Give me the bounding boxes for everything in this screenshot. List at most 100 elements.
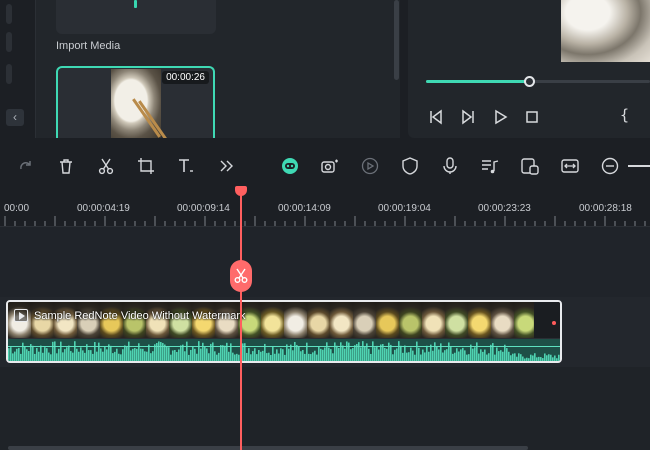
more-tools-button[interactable] xyxy=(216,156,236,176)
split-at-playhead-button[interactable] xyxy=(230,260,252,292)
waveform-bar xyxy=(60,341,62,361)
waveform-bar xyxy=(342,345,344,361)
sidebar-item[interactable] xyxy=(6,4,12,24)
redo-button[interactable] xyxy=(16,156,36,176)
waveform-bar xyxy=(34,353,36,361)
media-clip-tile[interactable]: 00:00:26 xyxy=(56,66,215,138)
waveform-bar xyxy=(62,352,64,361)
music-list-icon xyxy=(482,160,499,174)
waveform-bar xyxy=(236,353,238,361)
waveform-bar xyxy=(466,354,468,361)
waveform-bar xyxy=(504,344,506,361)
split-screen-button[interactable] xyxy=(520,156,540,176)
collapse-sidebar-button[interactable]: ‹ xyxy=(6,109,24,126)
preview-progress-bar[interactable] xyxy=(426,76,650,87)
cut-button[interactable] xyxy=(96,156,116,176)
clip-audio-waveform xyxy=(8,339,560,361)
film-frame xyxy=(307,302,330,338)
timeline-ruler[interactable]: 00:00 00:00:04:19 00:00:09:14 00:00:14:0… xyxy=(0,187,650,227)
waveform-bar xyxy=(12,353,14,361)
clip-thumbnail xyxy=(111,69,167,138)
play-button[interactable] xyxy=(490,107,510,127)
preview-frame xyxy=(561,0,650,62)
audio-list-button[interactable] xyxy=(480,156,500,176)
waveform-bar xyxy=(308,353,310,361)
camera-record-button[interactable] xyxy=(320,156,340,176)
waveform-bar xyxy=(290,344,292,361)
waveform-bar xyxy=(362,341,364,361)
waveform-bar xyxy=(378,349,380,361)
ruler-tick-label: 00:00 xyxy=(4,203,30,214)
empty-track xyxy=(0,227,650,297)
preview-panel: { xyxy=(408,0,650,138)
sidebar-item[interactable] xyxy=(6,64,12,84)
waveform-bar xyxy=(516,356,518,361)
progress-handle[interactable] xyxy=(524,76,536,87)
delete-button[interactable] xyxy=(56,156,76,176)
waveform-bar xyxy=(444,350,446,361)
waveform-bar xyxy=(548,354,550,361)
waveform-bar xyxy=(422,349,424,361)
waveform-bar xyxy=(180,345,182,361)
waveform-bar xyxy=(86,344,88,361)
waveform-bar xyxy=(84,352,86,361)
waveform-bar xyxy=(428,351,430,361)
waveform-bar xyxy=(282,349,284,361)
film-frame xyxy=(445,302,468,338)
waveform-bar xyxy=(252,351,254,361)
playhead-line[interactable] xyxy=(240,192,242,450)
waveform-bar xyxy=(390,344,392,361)
import-media-tile[interactable] xyxy=(56,0,216,34)
audio-stretch-button[interactable] xyxy=(560,156,580,176)
protect-button[interactable] xyxy=(400,156,420,176)
waveform-bar xyxy=(44,347,46,361)
crop-button[interactable] xyxy=(136,156,156,176)
waveform-bar xyxy=(442,352,444,361)
waveform-bar xyxy=(354,345,356,361)
waveform-bar xyxy=(460,349,462,361)
waveform-bar xyxy=(144,351,146,361)
waveform-bar xyxy=(528,358,530,361)
waveform-bar xyxy=(540,357,542,361)
waveform-bar xyxy=(96,351,98,361)
timeline-video-clip[interactable]: Sample RedNote Video Without Watermark xyxy=(6,300,562,363)
waveform-bar xyxy=(222,345,224,361)
mark-in-button[interactable]: { xyxy=(620,106,629,124)
waveform-bar xyxy=(200,348,202,361)
media-panel-scrollbar[interactable] xyxy=(394,0,399,80)
waveform-bar xyxy=(456,348,458,361)
voiceover-button[interactable] xyxy=(440,156,460,176)
volume-line[interactable] xyxy=(8,346,560,347)
zoom-out-button[interactable] xyxy=(600,156,620,176)
waveform-bar xyxy=(50,354,52,361)
ai-mask-button[interactable] xyxy=(280,156,300,176)
film-frame xyxy=(422,302,445,338)
zoom-slider[interactable] xyxy=(628,165,650,167)
timeline-horizontal-scrollbar[interactable] xyxy=(8,446,528,450)
waveform-bar xyxy=(494,354,496,361)
waveform-bar xyxy=(538,356,540,361)
waveform-bar xyxy=(292,350,294,361)
more-icon xyxy=(220,160,233,172)
waveform-bar xyxy=(106,349,108,361)
waveform-bar xyxy=(312,352,314,361)
waveform xyxy=(8,341,560,361)
sidebar-item[interactable] xyxy=(6,32,12,52)
chevron-left-icon: ‹ xyxy=(13,110,17,124)
next-frame-button[interactable] xyxy=(458,107,478,127)
waveform-bar xyxy=(262,350,264,361)
auto-reframe-button[interactable] xyxy=(360,156,380,176)
waveform-bar xyxy=(286,344,288,361)
waveform-bar xyxy=(350,349,352,361)
editor-window: ‹ Import Media 00:00:26 {00:00 00:00:04… xyxy=(0,0,650,450)
previous-frame-button[interactable] xyxy=(426,107,446,127)
waveform-bar xyxy=(420,354,422,361)
text-button[interactable] xyxy=(176,156,196,176)
zoom-out-icon xyxy=(601,157,619,175)
delete-icon xyxy=(60,159,72,174)
stop-button[interactable] xyxy=(522,107,542,127)
cut-icon xyxy=(98,158,114,175)
waveform-bar xyxy=(114,351,116,361)
waveform-bar xyxy=(486,354,488,361)
waveform-bar xyxy=(452,353,454,361)
